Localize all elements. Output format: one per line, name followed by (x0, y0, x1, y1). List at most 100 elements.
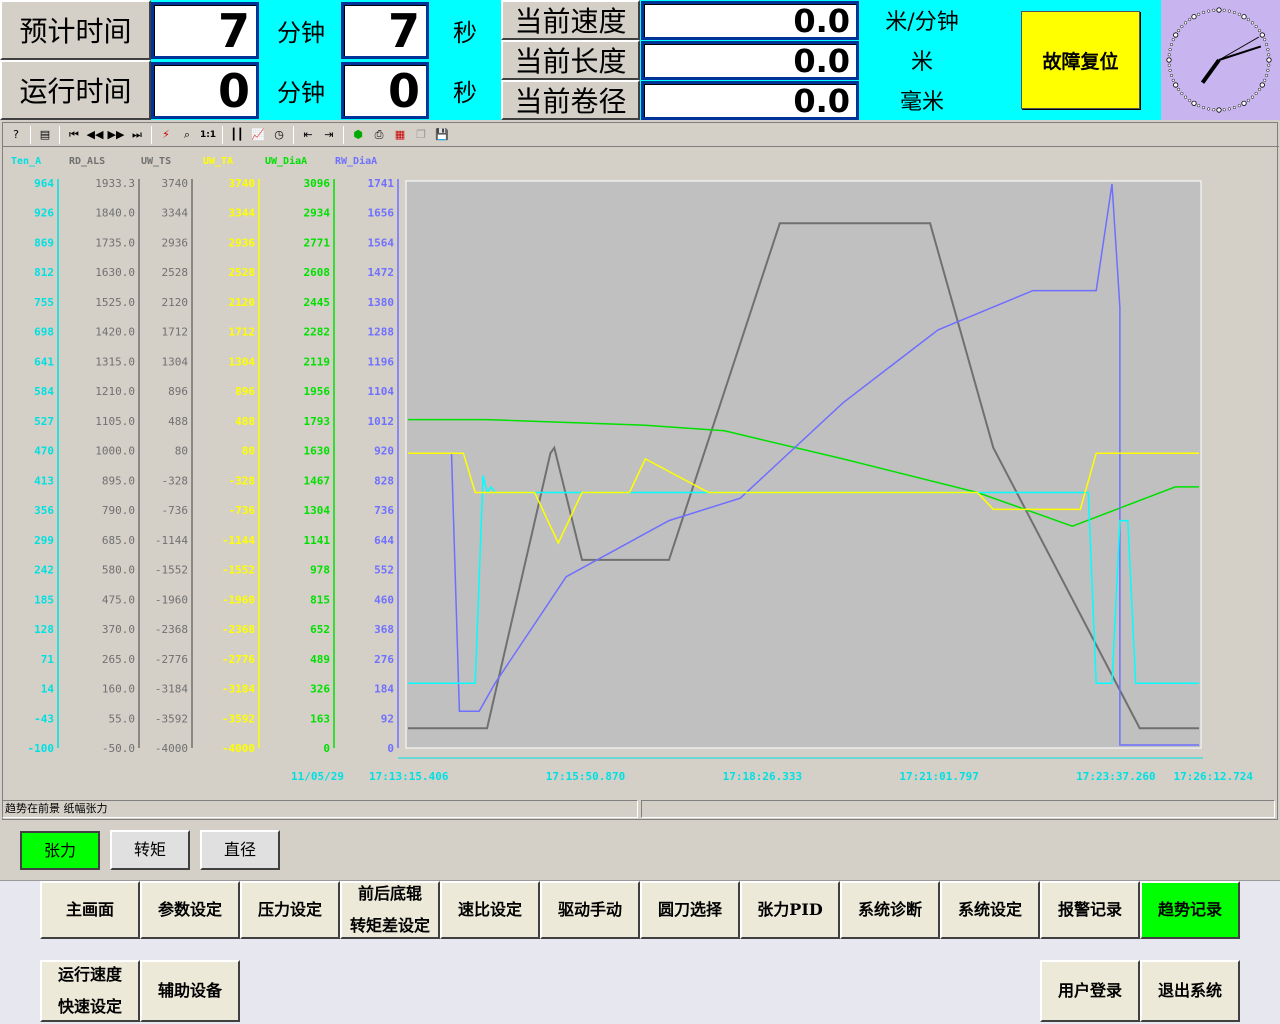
axis-tick-label: 1472 (368, 266, 395, 279)
nav-row2-button-0[interactable]: 运行速度 快速设定 (40, 960, 140, 1022)
zoom-icon[interactable]: ⌕ (178, 126, 196, 144)
nav-button-2[interactable]: 压力设定 (240, 881, 340, 939)
nav-row2-button-1[interactable]: 辅助设备 (140, 960, 240, 1022)
nav-label: 参数设定 (157, 900, 222, 919)
nav-label: 速比设定 (457, 900, 522, 919)
first-icon[interactable]: ⏮ (65, 126, 83, 144)
trend-viewer: ? ▤ ⏮ ◀◀ ▶▶ ⏭ ⚡ ⌕ 1:1 ┃┃ 📈 ◷ ⇤ ⇥ ⬢ ⎙ ▦ ❐… (2, 122, 1279, 820)
axis-tick-label: 869 (34, 236, 54, 249)
axis-tick-label: 1840.0 (95, 207, 135, 220)
split-icon[interactable]: ⚡ (157, 126, 175, 144)
nav-button-5[interactable]: 驱动手动 (540, 881, 640, 939)
nav-button-9[interactable]: 系统设定 (940, 881, 1040, 939)
print-icon[interactable]: ⎙ (370, 126, 388, 144)
axis-tick-label: 1288 (368, 326, 395, 339)
clock-tick (1197, 104, 1201, 108)
clock-tick (1207, 9, 1211, 13)
axis-tick-label: 1525.0 (95, 296, 135, 309)
clock-tick (1183, 21, 1188, 25)
settings-icon[interactable]: ⬢ (349, 126, 367, 144)
clock-tick (1266, 57, 1272, 63)
clock-tick (1267, 53, 1271, 57)
rewind-icon[interactable]: ◀◀ (86, 126, 104, 144)
axis-tick-label: 3344 (229, 207, 256, 220)
nav-button-8[interactable]: 系统诊断 (840, 881, 940, 939)
tab-tension[interactable]: 张力 (20, 831, 100, 870)
axis-tick-label: -1960 (222, 593, 255, 606)
nav-button-1[interactable]: 参数设定 (140, 881, 240, 939)
nav-label: 退出系统 (1157, 981, 1222, 1000)
status-left: 趋势在前景 纸幅张力 (2, 800, 638, 818)
axis-tick-label: 163 (310, 712, 330, 725)
plot-area (405, 180, 1202, 749)
nav-row2-right-button-1[interactable]: 退出系统 (1140, 960, 1240, 1022)
nav-row2-right-button-0[interactable]: 用户登录 (1040, 960, 1140, 1022)
trend-chart[interactable]: Ten_A 964 926 869 812 755 698 641 584 527 470 413 35… (3, 148, 1279, 818)
run-minutes-value: 0 (151, 62, 259, 119)
axis-tick-label: -2776 (222, 653, 255, 666)
nav-button-7[interactable]: 张力PID (740, 881, 840, 939)
axis-tick-label: 2528 (229, 266, 256, 279)
axis-tick-label: -1960 (155, 593, 188, 606)
axis-tick-label: 2528 (162, 266, 189, 279)
nav-label: 压力设定 (257, 900, 322, 919)
clock-tick (1201, 10, 1206, 14)
bars-icon[interactable]: ┃┃ (228, 126, 246, 144)
save-icon[interactable]: 💾 (433, 126, 451, 144)
axis-tick-label: 552 (374, 564, 394, 577)
header-panel: 预计时间 运行时间 7 0 分钟 分钟 7 0 秒 秒 当前速度 当前长度 当前… (0, 0, 1280, 120)
run-seconds-value: 0 (341, 62, 429, 119)
import-icon[interactable]: ⇤ (299, 126, 317, 144)
clock-tick (1173, 82, 1179, 88)
speed-value: 0.0 (641, 1, 859, 40)
nav-label: 转矩差设定 (349, 916, 430, 935)
last-icon[interactable]: ⏭ (128, 126, 146, 144)
axis-tick-label: 299 (34, 534, 54, 547)
length-value: 0.0 (641, 41, 859, 80)
clock-tick (1250, 95, 1255, 99)
export-icon[interactable]: ⇥ (320, 126, 338, 144)
nav-button-11[interactable]: 趋势记录 (1140, 881, 1240, 939)
clock-tick (1267, 63, 1271, 67)
axis-tick-label: 475.0 (102, 593, 135, 606)
nav-button-0[interactable]: 主画面 (40, 881, 140, 939)
nav-label: 趋势记录 (1157, 900, 1222, 919)
clock-icon (1166, 7, 1272, 113)
axis-tick-label: 2282 (304, 326, 331, 339)
clock-tick (1216, 7, 1222, 13)
nav-button-4[interactable]: 速比设定 (440, 881, 540, 939)
line-chart-icon[interactable]: 📈 (249, 126, 267, 144)
axis-tick-label: 71 (41, 653, 55, 666)
clock-tick (1266, 48, 1270, 52)
nav-button-6[interactable]: 圆刀选择 (640, 881, 740, 939)
clock-hour-hand (1200, 58, 1221, 84)
run-min-unit: 分钟 (277, 78, 325, 107)
nav-button-10[interactable]: 报警记录 (1040, 881, 1140, 939)
copy-icon[interactable]: ❐ (412, 126, 430, 144)
clock-tick (1246, 17, 1250, 22)
fault-reset-button[interactable]: 故障复位 (1021, 11, 1140, 109)
chart-icon[interactable]: ▦ (391, 126, 409, 144)
axis-tick-label: 0 (323, 742, 330, 755)
clock-tick (1169, 73, 1173, 78)
run-sec-unit: 秒 (453, 78, 477, 107)
tab-diameter[interactable]: 直径 (200, 830, 280, 870)
diameter-value: 0.0 (641, 81, 859, 120)
clock-small-icon[interactable]: ◷ (270, 126, 288, 144)
clock-tick (1263, 38, 1267, 42)
clock-tick (1227, 107, 1231, 111)
clock-tick (1241, 100, 1247, 106)
clock-tick (1183, 95, 1188, 99)
length-label: 当前长度 (501, 40, 640, 80)
help-icon[interactable]: ? (7, 126, 25, 144)
axis-tick-label: 1012 (368, 415, 395, 428)
actual-size-icon[interactable]: 1:1 (199, 126, 217, 144)
tab-torque[interactable]: 转矩 (110, 830, 190, 870)
nav-button-3[interactable]: 前后底辊 转矩差设定 (340, 881, 440, 939)
forward-icon[interactable]: ▶▶ (107, 126, 125, 144)
clock-tick (1254, 24, 1258, 29)
axis-tick-label: 736 (374, 504, 394, 517)
list-icon[interactable]: ▤ (36, 126, 54, 144)
clock-tick (1222, 8, 1226, 12)
nav-label: 运行速度 (57, 965, 122, 984)
